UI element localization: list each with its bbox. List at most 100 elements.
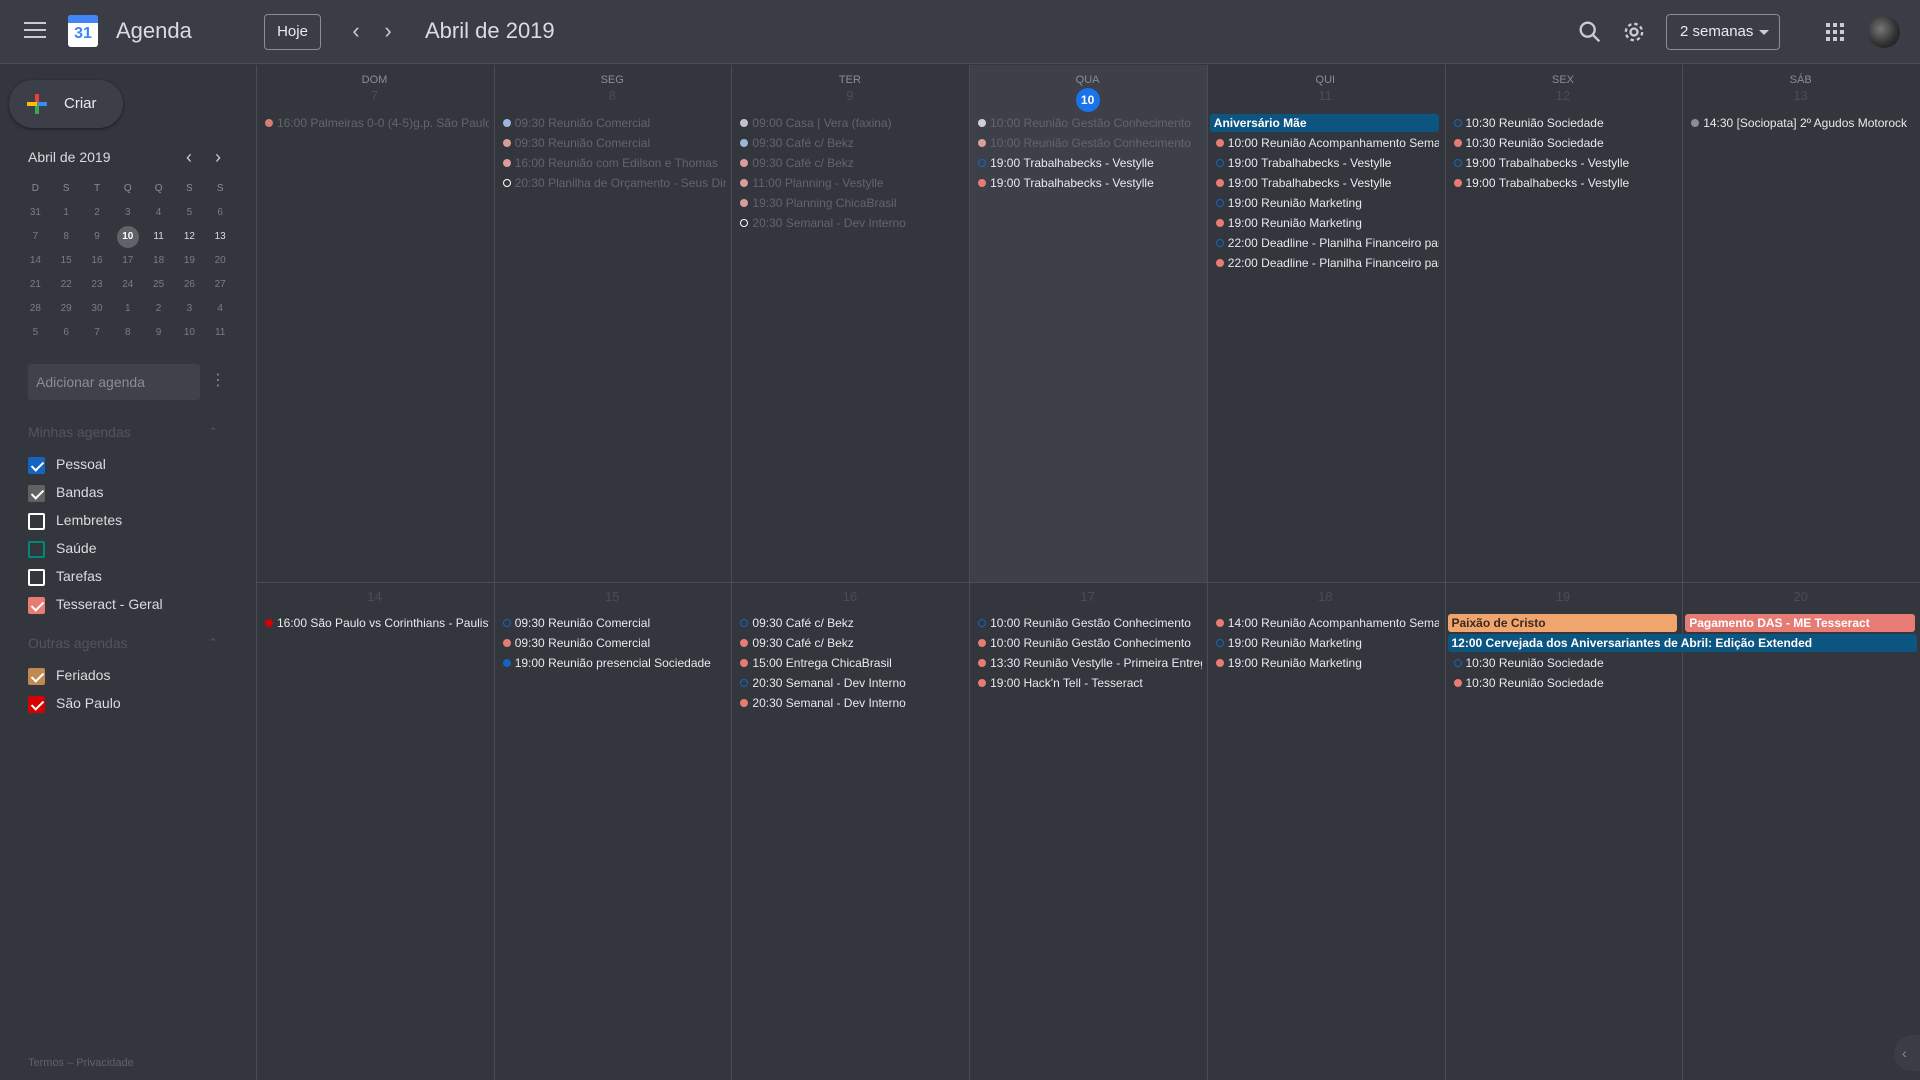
mini-day[interactable]: 7 <box>82 321 113 345</box>
mini-day[interactable]: 11 <box>143 225 174 249</box>
checkbox-icon[interactable] <box>28 569 45 586</box>
event-item[interactable]: 19:00 Reunião Marketing <box>1210 653 1440 673</box>
mini-day[interactable]: 19 <box>174 249 205 273</box>
mini-day[interactable]: 15 <box>51 249 82 273</box>
checkbox-icon[interactable] <box>28 668 45 685</box>
day-number[interactable]: 9 <box>731 88 968 103</box>
mini-day[interactable]: 27 <box>205 273 236 297</box>
chevron-up-icon[interactable]: ⌃ <box>208 636 218 650</box>
mini-day[interactable]: 2 <box>82 201 113 225</box>
event-item[interactable]: 10:00 Reunião Gestão Conhecimento <box>972 113 1202 133</box>
event-item[interactable]: 10:00 Reunião Gestão Conhecimento <box>972 133 1202 153</box>
event-item[interactable]: 19:00 Reunião Marketing <box>1210 193 1440 213</box>
mini-next-icon[interactable]: › <box>206 146 230 170</box>
mini-day[interactable]: 12 <box>174 225 205 249</box>
event-item[interactable]: 10:30 Reunião Sociedade <box>1448 133 1678 153</box>
event-item[interactable]: 10:00 Reunião Acompanhamento Semanal <box>1210 133 1439 153</box>
day-number[interactable]: 7 <box>256 88 493 103</box>
all-day-event[interactable]: Paixão de Cristo <box>1447 614 1678 632</box>
mini-day[interactable]: 25 <box>143 273 174 297</box>
calendar-item[interactable]: São Paulo <box>28 692 228 716</box>
avatar[interactable] <box>1868 16 1900 48</box>
day-number[interactable]: 18 <box>1207 589 1444 604</box>
all-day-event[interactable]: Pagamento DAS - ME Tesseract <box>1685 614 1915 632</box>
day-number[interactable]: 17 <box>969 589 1206 604</box>
today-button[interactable]: Hoje <box>264 14 321 50</box>
mini-day[interactable]: 2 <box>143 297 174 321</box>
checkbox-icon[interactable] <box>28 457 45 474</box>
event-item[interactable]: 09:30 Reunião Comercial <box>497 633 727 653</box>
mini-day[interactable]: 16 <box>82 249 113 273</box>
mini-day[interactable]: 29 <box>51 297 82 321</box>
event-item[interactable]: 16:00 Palmeiras 0-0 (4-5)g.p. São Paulo <box>259 113 489 133</box>
event-item[interactable]: 13:30 Reunião Vestylle - Primeira Entreg… <box>972 653 1202 673</box>
calendar-item[interactable]: Bandas <box>28 481 228 505</box>
mini-day[interactable]: 13 <box>205 225 236 249</box>
mini-day[interactable]: 20 <box>205 249 236 273</box>
mini-day[interactable]: 10 <box>174 321 205 345</box>
event-item[interactable]: 19:00 Trabalhabecks - Vestylle <box>972 153 1202 173</box>
event-item[interactable]: 20:30 Semanal - Dev Interno <box>734 693 964 713</box>
event-item[interactable]: 19:00 Trabalhabecks - Vestylle <box>1210 153 1440 173</box>
event-item[interactable]: 22:00 Deadline - Planilha Financeiro par… <box>1210 233 1439 253</box>
event-item[interactable]: 19:00 Reunião Marketing <box>1210 213 1440 233</box>
add-calendar-input[interactable] <box>28 364 200 400</box>
multi-day-event[interactable]: 12:00 Cervejada dos Aniversariantes de A… <box>1447 634 1917 652</box>
more-vert-icon[interactable]: ⋮ <box>210 370 226 394</box>
event-item[interactable]: 09:30 Reunião Comercial <box>497 613 727 633</box>
calendar-item[interactable]: Tesseract - Geral <box>28 593 228 617</box>
mini-day[interactable]: 5 <box>174 201 205 225</box>
mini-day[interactable]: 4 <box>143 201 174 225</box>
event-item[interactable]: 16:00 Reunião com Edilson e Thomas <box>497 153 727 173</box>
event-item[interactable]: 09:30 Café c/ Bekz <box>734 133 964 153</box>
event-item[interactable]: 19:30 Planning ChicaBrasil <box>734 193 964 213</box>
view-selector[interactable]: 2 semanas <box>1666 14 1780 50</box>
mini-day[interactable]: 23 <box>82 273 113 297</box>
mini-day[interactable]: 31 <box>20 201 51 225</box>
mini-day[interactable]: 9 <box>143 321 174 345</box>
day-number[interactable]: 13 <box>1682 88 1919 103</box>
event-item[interactable]: 19:00 Trabalhabecks - Vestylle <box>972 173 1202 193</box>
mini-day[interactable]: 6 <box>51 321 82 345</box>
calendar-item[interactable]: Feriados <box>28 664 228 688</box>
mini-day[interactable]: 5 <box>20 321 51 345</box>
mini-day[interactable]: 18 <box>143 249 174 273</box>
day-number[interactable]: 19 <box>1445 589 1682 604</box>
day-number[interactable]: 12 <box>1445 88 1682 103</box>
event-item[interactable]: 09:30 Reunião Comercial <box>497 133 727 153</box>
mini-day[interactable]: 4 <box>205 297 236 321</box>
day-number[interactable]: 15 <box>494 589 731 604</box>
gear-icon[interactable] <box>1620 18 1648 46</box>
calendar-item[interactable]: Tarefas <box>28 565 228 589</box>
mini-day[interactable]: 14 <box>20 249 51 273</box>
day-number[interactable]: 14 <box>256 589 493 604</box>
apps-grid-icon[interactable] <box>1826 23 1844 41</box>
day-number[interactable]: 8 <box>494 88 731 103</box>
mini-day[interactable]: 8 <box>112 321 143 345</box>
event-item[interactable]: 10:00 Reunião Gestão Conhecimento <box>972 613 1202 633</box>
mini-day[interactable]: 3 <box>112 201 143 225</box>
event-item[interactable]: 16:00 São Paulo vs Corinthians - Paulist… <box>259 613 489 633</box>
event-item[interactable]: 14:30 [Sociopata] 2º Agudos Motorock <box>1685 113 1915 133</box>
event-item[interactable]: 20:30 Planilha de Orçamento - Seus Direi… <box>497 173 726 193</box>
chevron-left-icon[interactable]: ‹ <box>342 18 370 46</box>
event-item[interactable]: 09:00 Casa | Vera (faxina) <box>734 113 964 133</box>
event-item[interactable]: 09:30 Café c/ Bekz <box>734 613 964 633</box>
checkbox-icon[interactable] <box>28 485 45 502</box>
event-item[interactable]: 14:00 Reunião Acompanhamento Semanal <box>1210 613 1439 633</box>
all-day-event[interactable]: Aniversário Mãe <box>1209 114 1440 132</box>
mini-day[interactable]: 21 <box>20 273 51 297</box>
mini-day[interactable]: 11 <box>205 321 236 345</box>
mini-day[interactable]: 6 <box>205 201 236 225</box>
mini-day[interactable]: 9 <box>82 225 113 249</box>
search-icon[interactable] <box>1576 18 1604 46</box>
event-item[interactable]: 19:00 Trabalhabecks - Vestylle <box>1448 173 1678 193</box>
mini-prev-icon[interactable]: ‹ <box>177 146 201 170</box>
mini-day[interactable]: 24 <box>112 273 143 297</box>
create-button[interactable]: Criar <box>9 80 123 128</box>
day-number[interactable]: 10 <box>969 88 1206 112</box>
event-item[interactable]: 22:00 Deadline - Planilha Financeiro par… <box>1210 253 1439 273</box>
mini-day[interactable]: 26 <box>174 273 205 297</box>
event-item[interactable]: 09:30 Café c/ Bekz <box>734 633 964 653</box>
checkbox-icon[interactable] <box>28 597 45 614</box>
